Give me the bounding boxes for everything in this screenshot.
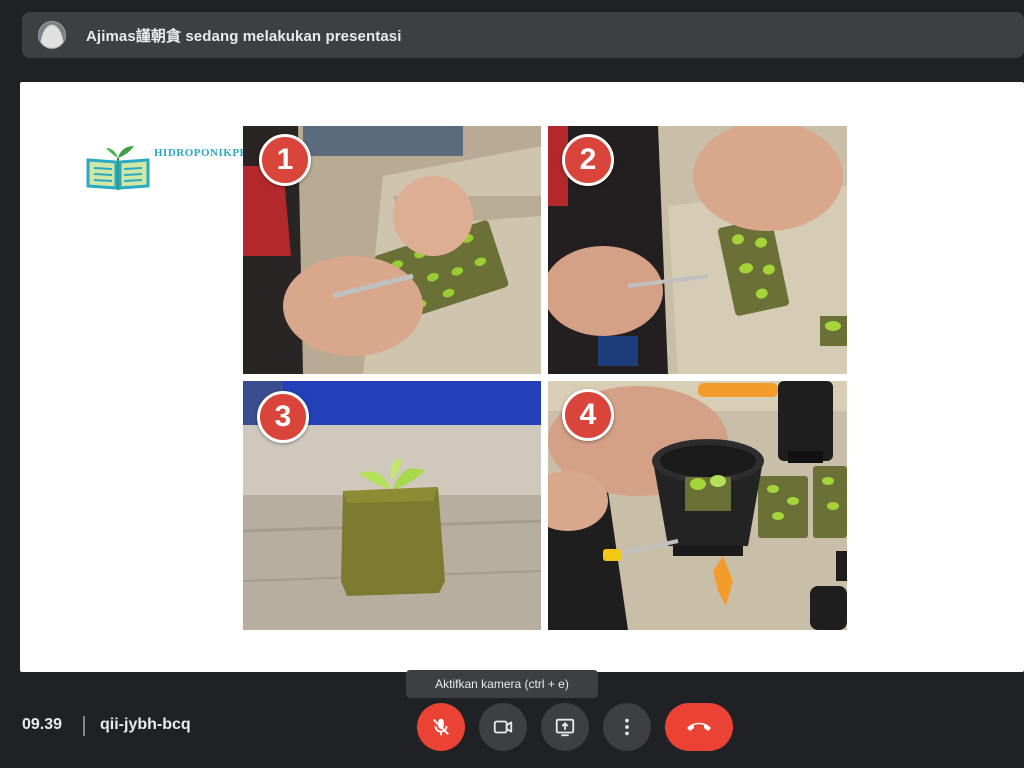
photo-grid: 1 2 3 4 (243, 126, 847, 630)
presenter-status-text: Ajimas謹朝貪 sedang melakukan presentasi (86, 27, 402, 45)
step-number-3: 3 (257, 391, 309, 443)
more-options-button[interactable] (603, 703, 651, 751)
present-screen-button[interactable] (541, 703, 589, 751)
present-screen-icon (555, 718, 575, 737)
step-number-1: 1 (259, 134, 311, 186)
shared-screen: HIDROPONIKPEDIA 1 2 3 4 (20, 82, 1024, 672)
step-number-2: 2 (562, 134, 614, 186)
mic-off-icon (433, 718, 449, 736)
presenter-bar: Ajimas謹朝貪 sedang melakukan presentasi (22, 12, 1024, 58)
microphone-toggle-button[interactable] (417, 703, 465, 751)
camera-tooltip: Aktifkan kamera (ctrl + e) (406, 670, 598, 698)
meeting-info-separator (83, 716, 85, 736)
meeting-time: 09.39 (22, 716, 63, 733)
presenter-avatar (38, 21, 66, 49)
camera-toggle-button[interactable] (479, 703, 527, 751)
camera-off-icon (493, 720, 513, 734)
step-photo-4: 4 (548, 381, 847, 630)
step-photo-2: 2 (548, 126, 847, 374)
hangup-icon (687, 722, 711, 731)
meeting-code[interactable]: qii-jybh-bcq (100, 716, 191, 734)
step-number-4: 4 (562, 389, 614, 441)
leave-call-button[interactable] (665, 703, 733, 751)
step-photo-1: 1 (243, 126, 541, 374)
more-options-icon (625, 718, 629, 736)
step-photo-3: 3 (243, 381, 541, 630)
